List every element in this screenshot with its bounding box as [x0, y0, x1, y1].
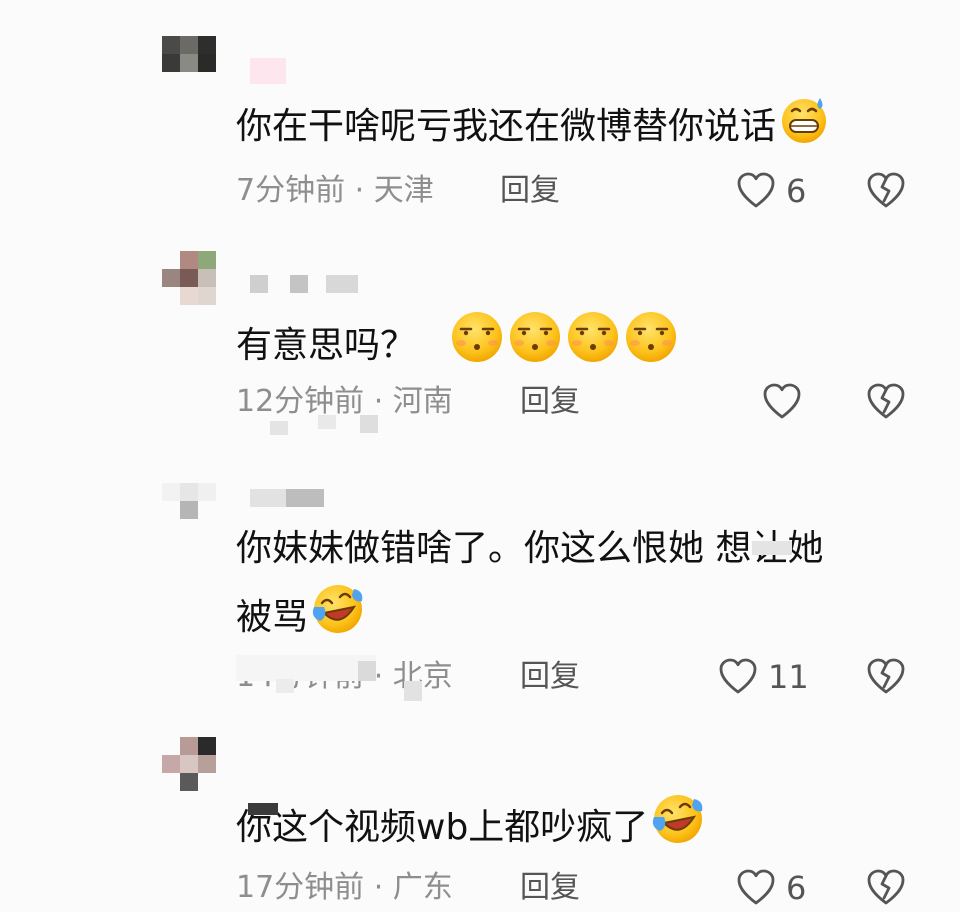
reply-button[interactable]: 回复 — [500, 171, 560, 211]
like-button[interactable]: 11 — [718, 657, 818, 697]
heart-icon — [762, 382, 802, 422]
reply-button[interactable]: 回复 — [520, 657, 580, 697]
unamused-emoji — [626, 312, 677, 362]
comment-text-line2: 被骂 — [236, 597, 309, 638]
like-button[interactable]: 6 — [736, 868, 816, 908]
like-button[interactable] — [762, 382, 812, 422]
broken-heart-icon — [866, 382, 906, 422]
comment-text: 有意思吗？ — [236, 309, 679, 376]
heart-icon — [736, 868, 776, 908]
reply-button[interactable]: 回复 — [520, 868, 580, 908]
like-count: 6 — [786, 869, 807, 907]
username-blurred[interactable] — [250, 58, 310, 84]
comment-text-line1: 你妹妹做错啥了。你这么恨她 想让她 — [236, 528, 824, 569]
like-button[interactable]: 6 — [736, 171, 846, 211]
dislike-button[interactable] — [866, 657, 906, 697]
comment-text-body: 你在干啥呢亏我还在微博替你说话 — [236, 106, 777, 147]
dislike-button[interactable] — [866, 868, 906, 908]
unamused-emoji — [510, 312, 561, 362]
comment-item: 你妹妹做错啥了。你这么恨她 想让她 被骂 14分钟前 · 北京 回复 11 — [0, 465, 960, 715]
comment-time-location: 17分钟前 · 广东 — [236, 870, 453, 905]
mosaic-overlay — [248, 803, 298, 819]
crying-laughing-emoji — [312, 585, 363, 633]
comment-text: 你在干啥呢亏我还在微博替你说话 — [236, 94, 830, 157]
avatar[interactable] — [162, 251, 216, 305]
grin-sweat-emoji — [782, 98, 827, 143]
broken-heart-icon — [866, 657, 906, 697]
comment-text: 被骂 — [236, 581, 366, 648]
like-count: 11 — [768, 658, 809, 696]
emoji-group — [447, 312, 679, 366]
avatar[interactable] — [162, 36, 216, 90]
avatar[interactable] — [162, 483, 216, 537]
dislike-button[interactable] — [866, 171, 906, 211]
unamused-emoji — [568, 312, 619, 362]
comment-text-body: 有意思吗？ — [236, 325, 417, 366]
broken-heart-icon — [866, 868, 906, 908]
broken-heart-icon — [866, 171, 906, 211]
like-count: 6 — [786, 172, 807, 210]
username-blurred[interactable] — [250, 485, 330, 511]
mosaic-overlay — [752, 541, 792, 555]
comment-time-location: 7分钟前 · 天津 — [236, 173, 434, 208]
comment-item: 有意思吗？ 12分钟前 · 河南 回复 — [0, 235, 960, 465]
mosaic-overlay — [270, 415, 380, 435]
reply-button[interactable]: 回复 — [520, 382, 580, 422]
comment-text: 你这个视频wb上都吵疯了 — [236, 791, 706, 858]
avatar[interactable] — [162, 737, 216, 791]
heart-icon — [718, 657, 758, 697]
crying-laughing-emoji — [653, 795, 703, 843]
mosaic-overlay — [236, 655, 436, 701]
comment-item: 你在干啥呢亏我还在微博替你说话 7分钟前 · 天津 回复 6 — [0, 0, 960, 235]
comment-item: 你这个视频wb上都吵疯了 17分钟前 · 广东 回复 6 — [0, 715, 960, 911]
heart-icon — [736, 171, 776, 211]
username-blurred[interactable] — [250, 271, 360, 297]
unamused-emoji — [452, 312, 503, 362]
dislike-button[interactable] — [866, 382, 906, 422]
